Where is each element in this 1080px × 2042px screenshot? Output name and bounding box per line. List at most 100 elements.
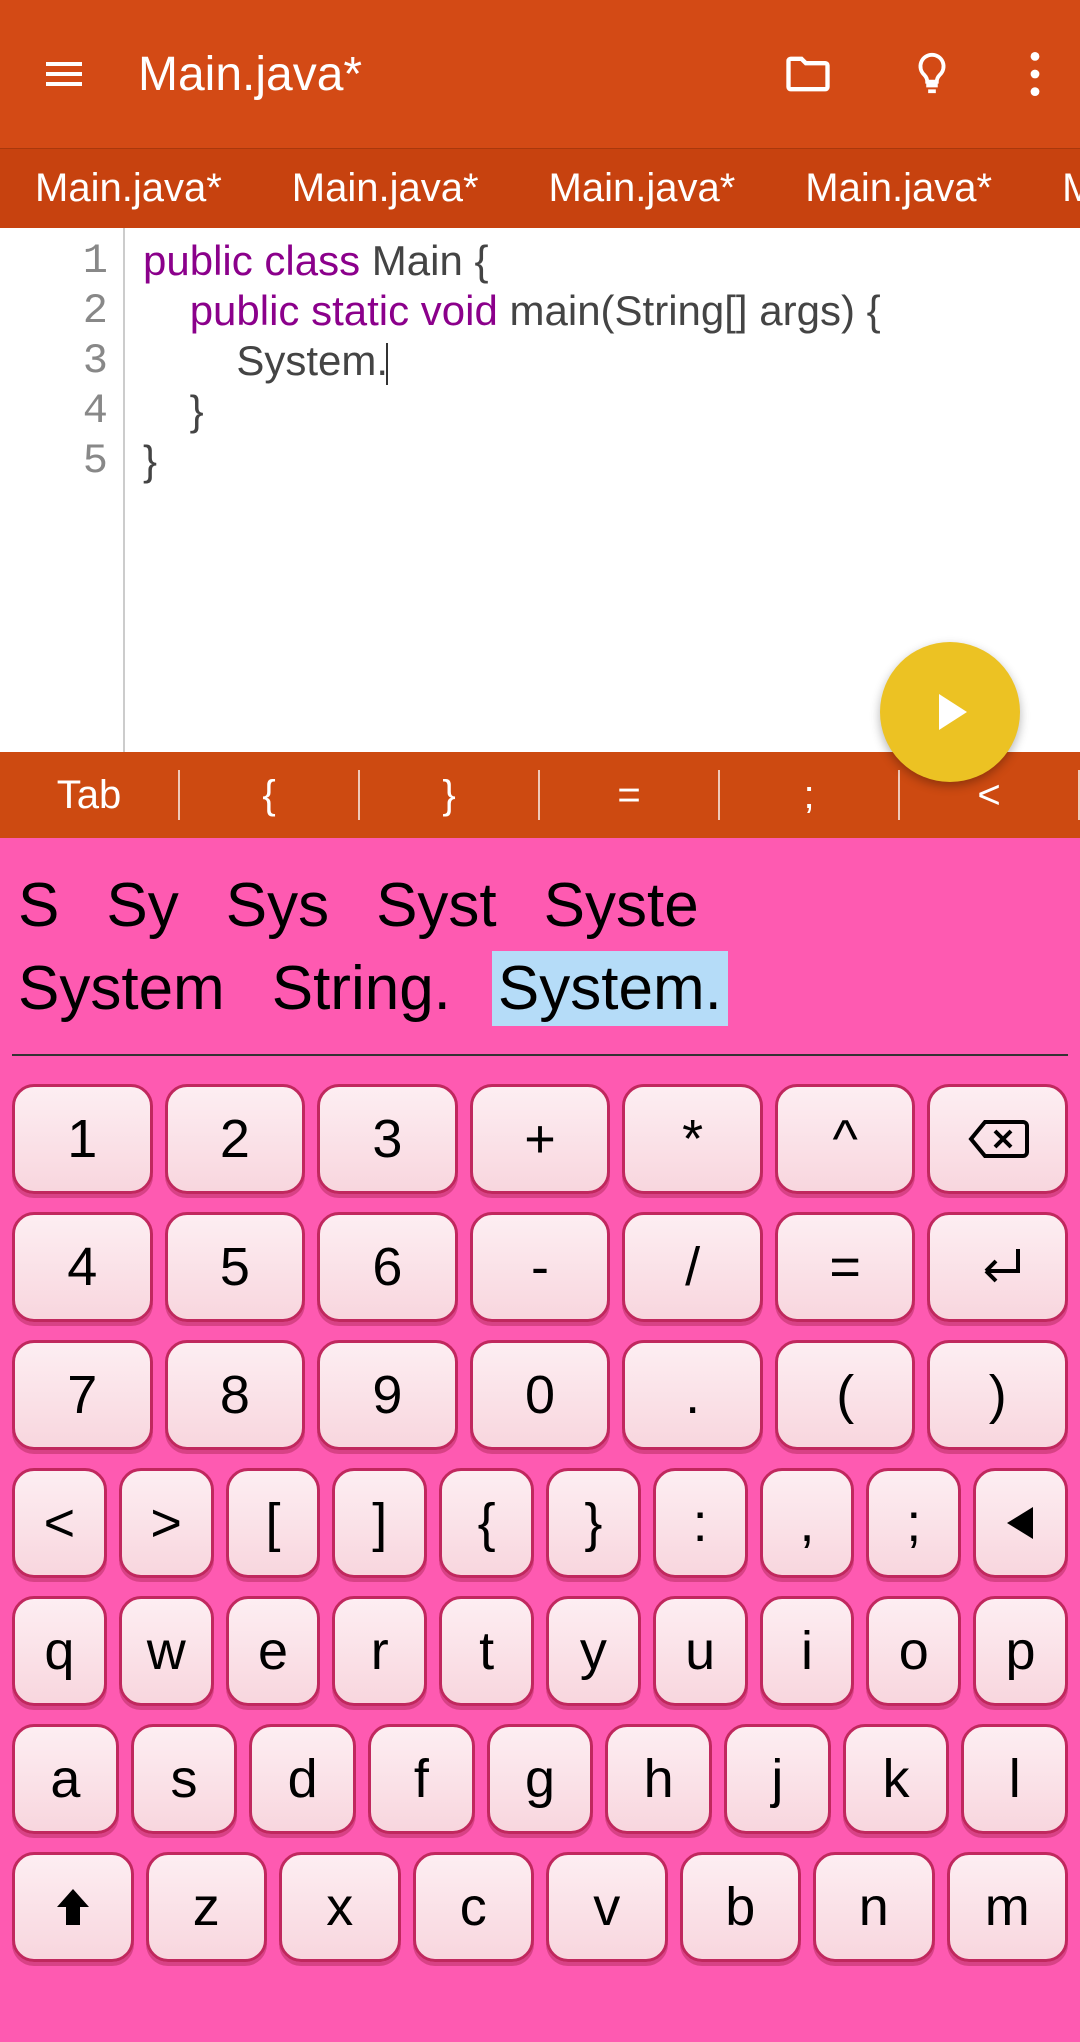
key-colon[interactable]: : — [653, 1468, 748, 1578]
key-a[interactable]: a — [12, 1724, 119, 1834]
key-6[interactable]: 6 — [317, 1212, 458, 1322]
key-q[interactable]: q — [12, 1596, 107, 1706]
header-actions — [782, 48, 1040, 100]
tab-key[interactable]: Tab — [0, 773, 178, 818]
line-number: 4 — [0, 386, 123, 436]
line-number: 3 — [0, 336, 123, 386]
key-n[interactable]: n — [813, 1852, 935, 1962]
angle-key[interactable]: < — [900, 773, 1078, 818]
brace-close-key[interactable]: } — [360, 773, 538, 818]
key-u[interactable]: u — [653, 1596, 748, 1706]
key-k[interactable]: k — [843, 1724, 950, 1834]
key-comma[interactable]: , — [760, 1468, 855, 1578]
key-semicolon[interactable]: ; — [866, 1468, 961, 1578]
backspace-icon — [967, 1118, 1029, 1160]
key-2[interactable]: 2 — [165, 1084, 306, 1194]
key-slash[interactable]: / — [622, 1212, 763, 1322]
key-0[interactable]: 0 — [470, 1340, 611, 1450]
key-5[interactable]: 5 — [165, 1212, 306, 1322]
page-title: Main.java* — [138, 47, 732, 102]
tab[interactable]: Main.java* — [514, 166, 771, 211]
enter-key[interactable] — [927, 1212, 1068, 1322]
key-paren-close[interactable]: ) — [927, 1340, 1068, 1450]
tab[interactable]: Main.java* — [770, 166, 1027, 211]
menu-icon[interactable] — [40, 50, 88, 98]
arrow-left-icon — [1001, 1503, 1041, 1543]
key-gt[interactable]: > — [119, 1468, 214, 1578]
code-keyword: public static void — [190, 287, 510, 334]
play-icon — [939, 694, 967, 730]
key-plus[interactable]: + — [470, 1084, 611, 1194]
keyboard: S Sy Sys Syst Syste System String. Syste… — [0, 838, 1080, 2042]
code-text: } — [143, 387, 204, 434]
key-7[interactable]: 7 — [12, 1340, 153, 1450]
key-x[interactable]: x — [279, 1852, 401, 1962]
key-4[interactable]: 4 — [12, 1212, 153, 1322]
suggestion[interactable]: System — [12, 951, 231, 1026]
key-equals[interactable]: = — [775, 1212, 916, 1322]
key-t[interactable]: t — [439, 1596, 534, 1706]
line-number: 1 — [0, 236, 123, 286]
code-text: } — [143, 437, 157, 484]
suggestion[interactable]: String. — [266, 951, 457, 1026]
code-content[interactable]: public class Main { public static void m… — [125, 228, 881, 752]
equals-key[interactable]: = — [540, 773, 718, 818]
brace-open-key[interactable]: { — [180, 773, 358, 818]
key-paren-open[interactable]: ( — [775, 1340, 916, 1450]
key-i[interactable]: i — [760, 1596, 855, 1706]
key-h[interactable]: h — [605, 1724, 712, 1834]
key-8[interactable]: 8 — [165, 1340, 306, 1450]
key-lt[interactable]: < — [12, 1468, 107, 1578]
suggestion-highlighted[interactable]: System. — [492, 951, 728, 1026]
key-y[interactable]: y — [546, 1596, 641, 1706]
key-asterisk[interactable]: * — [622, 1084, 763, 1194]
key-f[interactable]: f — [368, 1724, 475, 1834]
code-editor[interactable]: 1 2 3 4 5 public class Main { public sta… — [0, 228, 1080, 752]
key-z[interactable]: z — [146, 1852, 268, 1962]
key-9[interactable]: 9 — [317, 1340, 458, 1450]
key-s[interactable]: s — [131, 1724, 238, 1834]
key-brace-open[interactable]: { — [439, 1468, 534, 1578]
run-button[interactable] — [880, 642, 1020, 782]
key-w[interactable]: w — [119, 1596, 214, 1706]
key-l[interactable]: l — [961, 1724, 1068, 1834]
suggestion[interactable]: Syst — [370, 868, 503, 943]
key-j[interactable]: j — [724, 1724, 831, 1834]
key-g[interactable]: g — [487, 1724, 594, 1834]
folder-icon[interactable] — [782, 48, 834, 100]
key-r[interactable]: r — [332, 1596, 427, 1706]
key-period[interactable]: . — [622, 1340, 763, 1450]
key-bracket-open[interactable]: [ — [226, 1468, 321, 1578]
enter-icon — [970, 1243, 1026, 1291]
key-3[interactable]: 3 — [317, 1084, 458, 1194]
suggestion[interactable]: Sy — [100, 868, 184, 943]
suggestion[interactable]: S — [12, 868, 65, 943]
key-minus[interactable]: - — [470, 1212, 611, 1322]
suggestion-bar: S Sy Sys Syst Syste System String. Syste… — [12, 858, 1068, 1056]
key-1[interactable]: 1 — [12, 1084, 153, 1194]
key-brace-close[interactable]: } — [546, 1468, 641, 1578]
tab[interactable]: Main.java* — [257, 166, 514, 211]
key-bracket-close[interactable]: ] — [332, 1468, 427, 1578]
semicolon-key[interactable]: ; — [720, 773, 898, 818]
app-header: Main.java* — [0, 0, 1080, 148]
key-c[interactable]: c — [413, 1852, 535, 1962]
arrow-left-key[interactable] — [973, 1468, 1068, 1578]
tab[interactable]: M — [1027, 166, 1080, 211]
tab[interactable]: Main.java* — [0, 166, 257, 211]
more-icon[interactable] — [1030, 52, 1040, 96]
key-b[interactable]: b — [680, 1852, 802, 1962]
shift-icon — [55, 1887, 91, 1927]
key-v[interactable]: v — [546, 1852, 668, 1962]
key-e[interactable]: e — [226, 1596, 321, 1706]
shift-key[interactable] — [12, 1852, 134, 1962]
suggestion[interactable]: Syste — [538, 868, 705, 943]
key-m[interactable]: m — [947, 1852, 1069, 1962]
backspace-key[interactable] — [927, 1084, 1068, 1194]
key-caret[interactable]: ^ — [775, 1084, 916, 1194]
key-o[interactable]: o — [866, 1596, 961, 1706]
lightbulb-icon[interactable] — [909, 51, 955, 97]
key-d[interactable]: d — [249, 1724, 356, 1834]
suggestion[interactable]: Sys — [220, 868, 335, 943]
key-p[interactable]: p — [973, 1596, 1068, 1706]
